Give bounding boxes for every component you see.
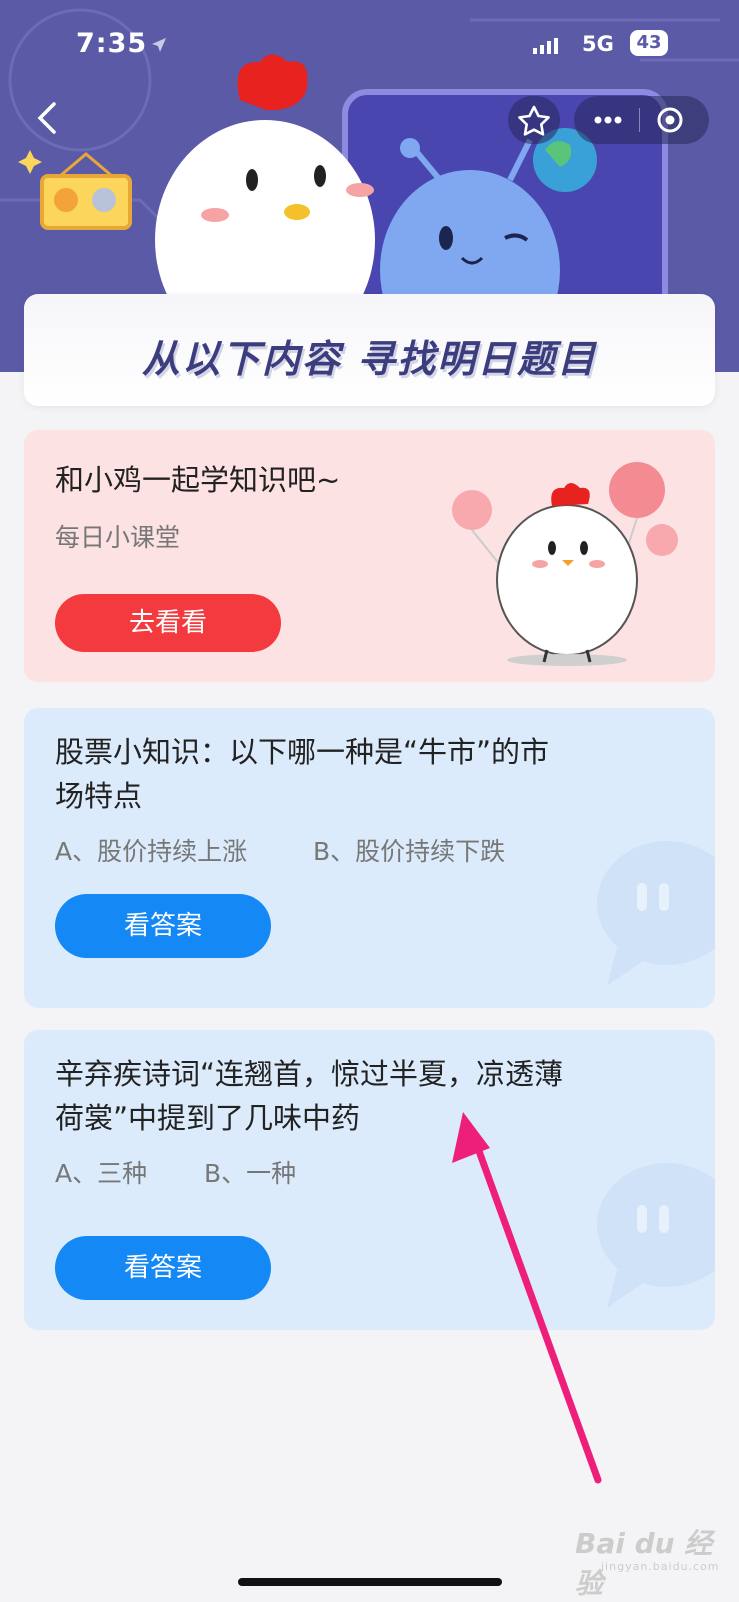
watermark-url: jingyan.baidu.com (601, 1560, 720, 1573)
question-title-line2: 荷裳”中提到了几味中药 (55, 1101, 361, 1135)
go-see-button[interactable]: 去看看 (55, 594, 281, 652)
chicken-balloons-illustration (452, 462, 678, 666)
status-time: 7:35 (76, 28, 148, 59)
banner-title: 从以下内容 寻找明日题目 (141, 337, 598, 381)
lesson-card[interactable]: 和小鸡一起学知识吧~ 每日小课堂 去看看 (24, 430, 715, 682)
capsule-divider (639, 108, 640, 132)
question-title-line2: 场特点 (55, 779, 143, 813)
location-arrow-icon (152, 38, 166, 52)
mini-program-capsule (574, 96, 709, 144)
chat-bubble-icon (597, 1163, 715, 1308)
lesson-card-title: 和小鸡一起学知识吧~ (55, 463, 341, 497)
chat-bubble-icon (597, 841, 715, 986)
option-b: B、一种 (204, 1159, 297, 1188)
lesson-card-subtitle: 每日小课堂 (55, 523, 181, 552)
cellular-signal-icon (533, 38, 558, 54)
question-card-stock[interactable]: 股票小知识：以下哪一种是“牛市”的市 场特点 A、股价持续上涨 B、股价持续下跌… (24, 708, 715, 1008)
question-title-line1: 股票小知识：以下哪一种是“牛市”的市 (55, 735, 550, 769)
status-bar: 7:35 5G 43 (0, 0, 739, 90)
more-dots-icon[interactable] (590, 108, 626, 132)
favorite-button[interactable] (508, 96, 560, 144)
close-target-icon[interactable] (656, 106, 684, 134)
question-card-poem[interactable]: 辛弃疾诗词“连翘首，惊过半夏，凉透薄 荷裳”中提到了几味中药 A、三种 B、一种… (24, 1030, 715, 1330)
option-a: A、三种 (55, 1159, 148, 1188)
option-b: B、股价持续下跌 (313, 837, 506, 866)
baidu-watermark: Bai du 经验 jingyan.baidu.com (575, 1522, 739, 1602)
home-indicator[interactable] (238, 1578, 502, 1586)
view-answer-button[interactable]: 看答案 (55, 1236, 271, 1300)
view-answer-button[interactable]: 看答案 (55, 894, 271, 958)
back-chevron-icon[interactable] (30, 98, 70, 138)
star-icon (518, 105, 550, 136)
network-type: 5G (582, 32, 614, 56)
question-title-line1: 辛弃疾诗词“连翘首，惊过半夏，凉透薄 (55, 1057, 564, 1091)
battery-level: 43 (630, 30, 668, 56)
option-a: A、股价持续上涨 (55, 837, 248, 866)
